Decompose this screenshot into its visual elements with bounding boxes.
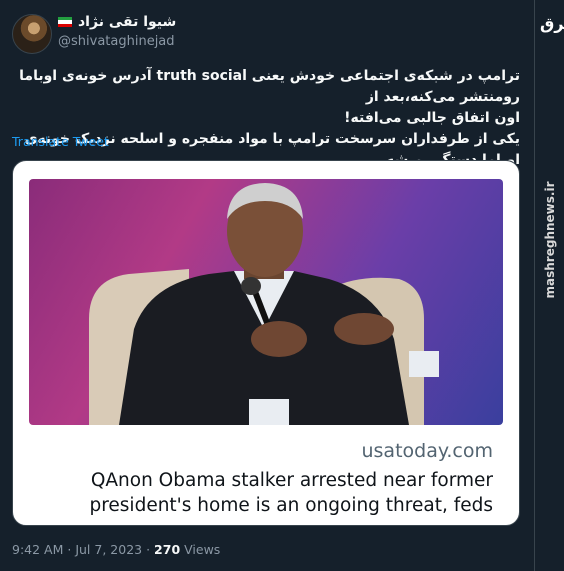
- article-photo[interactable]: [29, 179, 503, 425]
- avatar[interactable]: [12, 14, 52, 54]
- card-headline-line: president's home is an ongoing threat, f…: [89, 495, 493, 525]
- tweet-meta: 9:42 AM · Jul 7, 2023 · 270 Views: [12, 542, 220, 557]
- link-card[interactable]: usatoday.com QAnon Obama stalker arreste…: [12, 160, 520, 526]
- watermark-strip: مشرق mashreghnews.ir: [536, 0, 564, 571]
- mashregh-logo: مشرق: [540, 14, 564, 33]
- card-headline-line: QAnon Obama stalker arrested near former: [90, 470, 493, 491]
- separator-dot: ·: [146, 542, 155, 557]
- obama-photo-illustration: [89, 183, 439, 425]
- watermark-divider: [534, 0, 535, 571]
- tweet-line: ترامپ در شبکه‌ی اجتماعی خودش یعنی truth …: [19, 68, 520, 105]
- user-handle[interactable]: @shivataghinejad: [58, 34, 175, 49]
- iran-flag-icon: [58, 17, 72, 27]
- views-count: 270: [154, 542, 181, 557]
- tweet-line: اون اتفاق جالبی می‌افته!: [344, 110, 520, 126]
- tweet-time[interactable]: 9:42 AM: [12, 542, 63, 557]
- user-name-row[interactable]: شیوا تقی نژاد: [58, 14, 176, 30]
- display-name[interactable]: شیوا تقی نژاد: [78, 14, 176, 30]
- tweet-date[interactable]: Jul 7, 2023: [75, 542, 142, 557]
- views-label: Views: [184, 542, 221, 557]
- card-domain[interactable]: usatoday.com: [361, 440, 493, 462]
- watermark-site: mashreghnews.ir: [543, 181, 557, 299]
- translate-tweet-link[interactable]: Translate Tweet: [12, 134, 109, 149]
- tweet: شیوا تقی نژاد @shivataghinejad ترامپ در …: [0, 0, 534, 571]
- card-headline[interactable]: QAnon Obama stalker arrested near former…: [53, 468, 493, 525]
- tweet-text: ترامپ در شبکه‌ی اجتماعی خودش یعنی truth …: [10, 66, 520, 171]
